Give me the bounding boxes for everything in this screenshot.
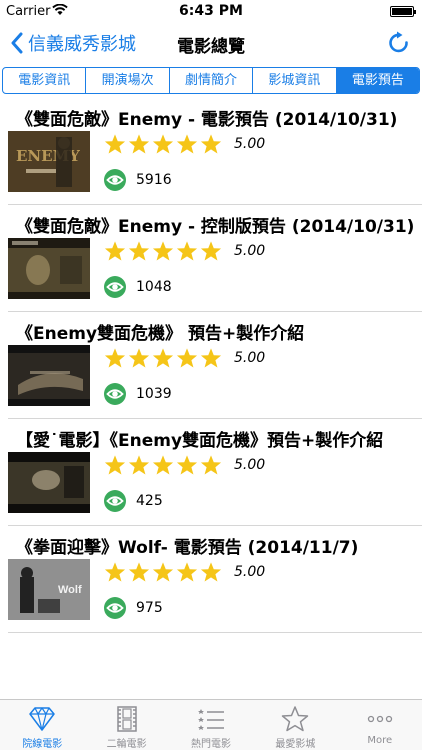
- rating-value: 5.00: [234, 350, 266, 366]
- video-title: 《雙面危敵》Enemy - 電影預告 (2014/10/31): [16, 110, 398, 130]
- rating-value: 5.00: [234, 136, 266, 152]
- diamond-icon: [29, 707, 55, 731]
- star-icon: [128, 241, 150, 261]
- page-title: 電影總覽: [177, 37, 245, 57]
- star-icon: [200, 348, 222, 368]
- star-icon: [200, 562, 222, 582]
- list-item[interactable]: 《拳面迎擊》Wolf- 電影預告 (2014/11/7) Wolf 5.00 9…: [8, 526, 422, 633]
- star-icon: [152, 348, 174, 368]
- star-icon: [104, 134, 126, 154]
- view-count: 5916: [136, 172, 172, 188]
- tab-label: 熱門電影: [191, 739, 232, 750]
- video-thumbnail: [8, 452, 90, 513]
- eye-icon: [104, 276, 126, 298]
- eye-icon: [104, 490, 126, 512]
- tab-bar: 院線電影 二輪電影 熱門電影 最愛影城 More: [0, 699, 422, 750]
- star-icon: [128, 455, 150, 475]
- segment-synopsis[interactable]: 劇情簡介: [170, 68, 254, 93]
- eye-icon: [104, 169, 126, 191]
- view-count: 425: [136, 493, 163, 509]
- star-rating: 5.00: [104, 347, 265, 369]
- tab-label: 最愛影城: [275, 739, 316, 750]
- star-icon: [176, 562, 198, 582]
- view-count: 975: [136, 600, 163, 616]
- view-count-row: 1048: [104, 276, 172, 298]
- video-thumbnail: Wolf: [8, 559, 90, 620]
- video-thumbnail: [8, 238, 90, 299]
- refresh-icon: [389, 31, 408, 53]
- tab-label: 二輪電影: [106, 739, 147, 750]
- star-icon: [152, 562, 174, 582]
- list-item[interactable]: 【愛˙電影】《Enemy雙面危機》預告+製作介紹 5.00 425: [8, 419, 422, 526]
- refresh-button[interactable]: [386, 30, 412, 56]
- star-icon: [200, 134, 222, 154]
- eye-icon: [104, 597, 126, 619]
- segmented-control: 電影資訊 開演場次 劇情簡介 影城資訊 電影預告: [2, 67, 420, 94]
- star-icon: [152, 455, 174, 475]
- view-count: 1039: [136, 386, 172, 402]
- star-icon: [176, 455, 198, 475]
- star-icon: [152, 134, 174, 154]
- svg-text:Wolf: Wolf: [58, 584, 82, 596]
- star-rating: 5.00: [104, 454, 265, 476]
- star-icon: [176, 134, 198, 154]
- rating-value: 5.00: [234, 243, 266, 259]
- battery-icon: [390, 6, 416, 17]
- star-icon: [104, 241, 126, 261]
- navigation-bar: 信義威秀影城 電影總覽: [0, 22, 422, 64]
- film-icon: [116, 706, 137, 732]
- star-icon: [152, 241, 174, 261]
- star-icon: [200, 241, 222, 261]
- segment-trailers[interactable]: 電影預告: [336, 68, 419, 93]
- segment-showtimes[interactable]: 開演場次: [86, 68, 170, 93]
- video-title: 【愛˙電影】《Enemy雙面危機》預告+製作介紹: [16, 431, 384, 451]
- video-title: 《拳面迎擊》Wolf- 電影預告 (2014/11/7): [16, 538, 359, 558]
- star-rating: 5.00: [104, 133, 265, 155]
- star-rating: 5.00: [104, 240, 265, 262]
- trailer-list: 《雙面危敵》Enemy - 電影預告 (2014/10/31) ENEMY 5.…: [0, 98, 422, 633]
- video-title: 《雙面危敵》Enemy - 控制版預告 (2014/10/31): [16, 217, 415, 237]
- view-count-row: 425: [104, 490, 163, 512]
- tab-more[interactable]: More: [338, 700, 422, 750]
- star-icon: [104, 562, 126, 582]
- view-count: 1048: [136, 279, 172, 295]
- ranked-list-icon: [198, 709, 225, 730]
- view-count-row: 5916: [104, 169, 172, 191]
- rating-value: 5.00: [234, 564, 266, 580]
- video-thumbnail: [8, 345, 90, 406]
- video-thumbnail: ENEMY: [8, 131, 90, 192]
- more-icon: [367, 715, 392, 723]
- star-rating: 5.00: [104, 561, 265, 583]
- tab-second-run-movies[interactable]: 二輪電影: [84, 700, 168, 750]
- star-icon: [128, 134, 150, 154]
- eye-icon: [104, 383, 126, 405]
- list-item[interactable]: 《雙面危敵》Enemy - 電影預告 (2014/10/31) ENEMY 5.…: [8, 98, 422, 205]
- list-item[interactable]: 《雙面危敵》Enemy - 控制版預告 (2014/10/31) 5.00 10…: [8, 205, 422, 312]
- tab-favorite-cinemas[interactable]: 最愛影城: [253, 700, 337, 750]
- segment-cinema-info[interactable]: 影城資訊: [253, 68, 337, 93]
- star-icon: [104, 348, 126, 368]
- star-icon: [200, 455, 222, 475]
- star-outline-icon: [282, 706, 309, 732]
- clock-time: 6:43 PM: [179, 3, 243, 19]
- star-icon: [176, 241, 198, 261]
- star-icon: [104, 455, 126, 475]
- rating-value: 5.00: [234, 457, 266, 473]
- view-count-row: 975: [104, 597, 163, 619]
- tab-first-run-movies[interactable]: 院線電影: [0, 700, 84, 750]
- list-item[interactable]: 《Enemy雙面危機》 預告+製作介紹 5.00 1039: [8, 312, 422, 419]
- view-count-row: 1039: [104, 383, 172, 405]
- star-icon: [128, 562, 150, 582]
- segment-movie-info[interactable]: 電影資訊: [3, 68, 87, 93]
- tab-popular-movies[interactable]: 熱門電影: [169, 700, 253, 750]
- status-bar: Carrier 6:43 PM: [0, 0, 422, 22]
- video-title: 《Enemy雙面危機》 預告+製作介紹: [16, 324, 305, 344]
- tab-label: More: [367, 735, 393, 746]
- star-icon: [176, 348, 198, 368]
- tab-label: 院線電影: [22, 739, 63, 750]
- star-icon: [128, 348, 150, 368]
